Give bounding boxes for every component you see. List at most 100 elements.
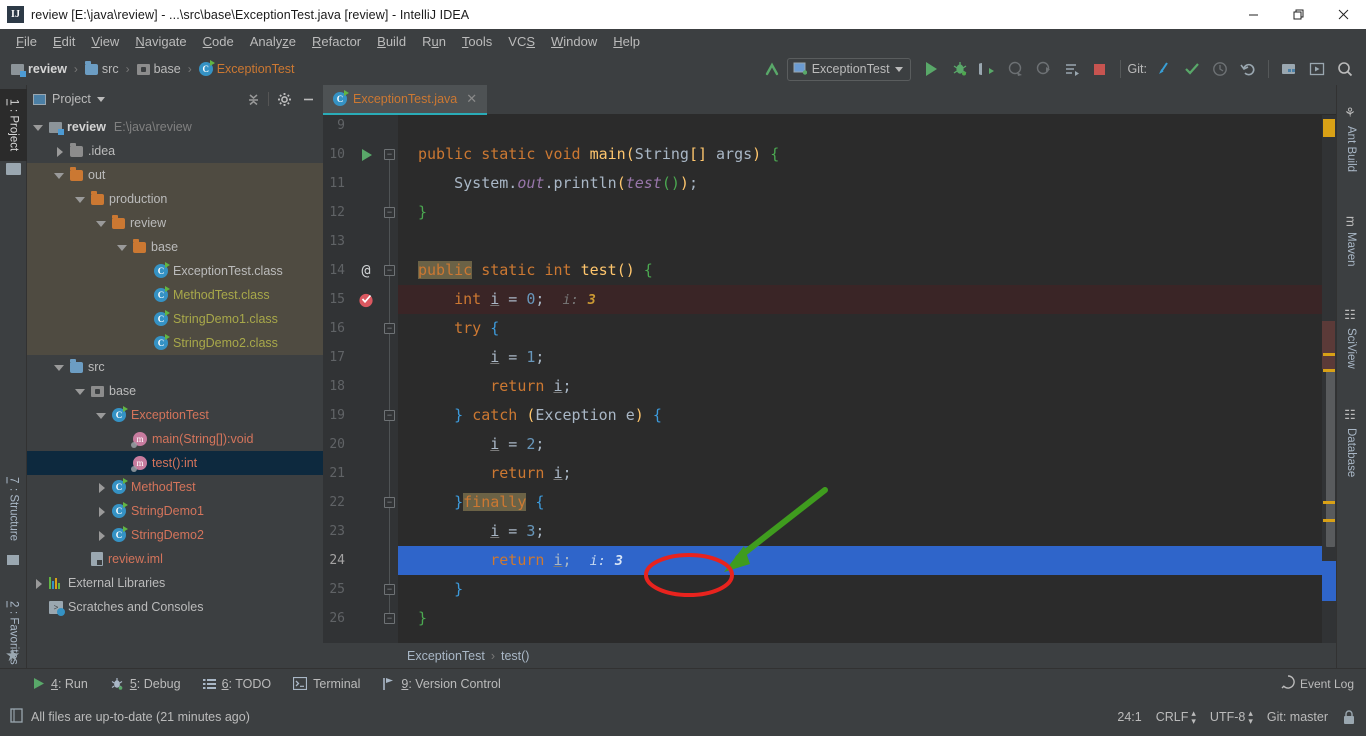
tree-node-stringdemo1[interactable]: C StringDemo1 bbox=[27, 499, 323, 523]
lock-icon[interactable] bbox=[1342, 709, 1356, 725]
tree-node-methodtest[interactable]: C MethodTest bbox=[27, 475, 323, 499]
run-configuration-selector[interactable]: ExceptionTest bbox=[786, 57, 911, 81]
strip-button-project[interactable]: 1: Project bbox=[0, 89, 27, 161]
menu-item-file[interactable]: File bbox=[8, 31, 45, 52]
git-branch-widget[interactable]: Git: master bbox=[1267, 710, 1328, 724]
fold-collapse-icon[interactable]: − bbox=[384, 323, 395, 334]
commit-button[interactable] bbox=[1179, 57, 1205, 81]
hide-icon[interactable] bbox=[299, 90, 317, 108]
menu-item-navigate[interactable]: Navigate bbox=[127, 31, 194, 52]
code-line-14[interactable]: public static int test() { bbox=[398, 256, 1336, 285]
strip-button-maven[interactable]: m Maven bbox=[1336, 203, 1366, 279]
chevron-closed-icon[interactable] bbox=[96, 530, 107, 541]
menu-item-analyze[interactable]: Analyze bbox=[242, 31, 304, 52]
chevron-closed-icon[interactable] bbox=[33, 578, 44, 589]
tool-window-button-version-control[interactable]: 9: Version Control bbox=[382, 677, 501, 691]
encoding-selector[interactable]: UTF-8 ▴ ▾ bbox=[1210, 709, 1253, 726]
chevron-open-icon[interactable] bbox=[33, 122, 44, 133]
project-tree[interactable]: review E:\java\review .idea out production re… bbox=[27, 113, 323, 668]
strip-button-favorites[interactable]: 2: Favorites bbox=[0, 585, 27, 681]
strip-button-structure[interactable]: 7: Structure bbox=[0, 465, 27, 553]
tree-node-main-string-void[interactable]: m main(String[]):void bbox=[27, 427, 323, 451]
fold-collapse-icon[interactable]: − bbox=[384, 410, 395, 421]
build-icon[interactable] bbox=[759, 57, 785, 81]
editor-breadcrumb-item-exceptiontest[interactable]: ExceptionTest bbox=[407, 649, 485, 663]
menu-item-run[interactable]: Run bbox=[414, 31, 454, 52]
run-with-coverage-button[interactable] bbox=[975, 57, 1001, 81]
code-line-25[interactable]: } bbox=[398, 575, 1336, 604]
stop-button[interactable] bbox=[1087, 57, 1113, 81]
chevron-down-icon[interactable] bbox=[96, 96, 105, 102]
tree-node-external-libraries[interactable]: External Libraries bbox=[27, 571, 323, 595]
line-separator-selector[interactable]: CRLF ▴ ▾ bbox=[1156, 709, 1196, 726]
run-dashboard-button[interactable] bbox=[1059, 57, 1085, 81]
code-line-17[interactable]: i = 1; bbox=[398, 343, 1336, 372]
strip-button-ant-build[interactable]: ⚘ Ant Build bbox=[1336, 93, 1366, 185]
menu-item-refactor[interactable]: Refactor bbox=[304, 31, 369, 52]
history-button[interactable] bbox=[1207, 57, 1233, 81]
code-line-10[interactable]: public static void main(String[] args) { bbox=[398, 140, 1336, 169]
tree-node-stringdemo1-class[interactable]: C StringDemo1.class bbox=[27, 307, 323, 331]
tool-window-button-terminal[interactable]: Terminal bbox=[293, 677, 360, 691]
editor-gutter[interactable]: 9 10 11 12 13 14 @15 16 17 18 19 20 21 22 23 24 25 26 bbox=[323, 115, 381, 643]
chevron-open-icon[interactable] bbox=[54, 362, 65, 373]
tab-exception-test-java[interactable]: C ExceptionTest.java ✕ bbox=[323, 85, 488, 115]
restore-icon[interactable] bbox=[1276, 0, 1321, 29]
tree-node-review-iml[interactable]: review.iml bbox=[27, 547, 323, 571]
collapse-all-icon[interactable] bbox=[244, 90, 262, 108]
chevron-open-icon[interactable] bbox=[75, 386, 86, 397]
event-log-button[interactable]: Event Log bbox=[1281, 675, 1354, 692]
code-line-12[interactable]: } bbox=[398, 198, 1336, 227]
editor-breadcrumb-item-test[interactable]: test() bbox=[501, 649, 529, 663]
close-icon[interactable]: ✕ bbox=[466, 91, 477, 107]
code-line-20[interactable]: i = 2; bbox=[398, 430, 1336, 459]
menu-item-edit[interactable]: Edit bbox=[45, 31, 83, 52]
fold-collapse-icon[interactable]: − bbox=[384, 613, 395, 624]
tree-node-stringdemo2-class[interactable]: C StringDemo2.class bbox=[27, 331, 323, 355]
layout-button[interactable] bbox=[1304, 57, 1330, 81]
tree-node-production[interactable]: production bbox=[27, 187, 323, 211]
menu-item-window[interactable]: Window bbox=[543, 31, 605, 52]
breadcrumb-item-base[interactable]: base bbox=[134, 61, 184, 77]
tree-node--idea[interactable]: .idea bbox=[27, 139, 323, 163]
code-line-13[interactable] bbox=[398, 227, 1336, 256]
tree-node-exceptiontest[interactable]: C ExceptionTest bbox=[27, 403, 323, 427]
tool-window-button-debug[interactable]: 5: Debug bbox=[110, 677, 181, 691]
project-structure-button[interactable] bbox=[1276, 57, 1302, 81]
fold-column[interactable]: − − − − − − − − bbox=[381, 115, 398, 643]
breadcrumb-item-src[interactable]: src bbox=[82, 60, 122, 77]
override-marker[interactable]: @ bbox=[355, 256, 377, 285]
tree-node-base[interactable]: base bbox=[27, 379, 323, 403]
close-icon[interactable] bbox=[1321, 0, 1366, 29]
chevron-open-icon[interactable] bbox=[96, 410, 107, 421]
code-line-22[interactable]: }finally { bbox=[398, 488, 1336, 517]
tree-node-stringdemo2[interactable]: C StringDemo2 bbox=[27, 523, 323, 547]
editor-marker-bar[interactable] bbox=[1322, 115, 1336, 643]
strip-button-database[interactable]: ☷ Database bbox=[1336, 395, 1366, 491]
menu-item-help[interactable]: Help bbox=[605, 31, 648, 52]
editor-scrollbar-thumb[interactable] bbox=[1326, 351, 1335, 547]
run-button[interactable] bbox=[919, 57, 945, 81]
chevron-open-icon[interactable] bbox=[54, 170, 65, 181]
code-line-16[interactable]: try { bbox=[398, 314, 1336, 343]
minimize-icon[interactable] bbox=[1231, 0, 1276, 29]
editor-breadcrumb[interactable]: ExceptionTest › test() bbox=[323, 643, 1336, 668]
menu-item-view[interactable]: View bbox=[83, 31, 127, 52]
menu-item-build[interactable]: Build bbox=[369, 31, 414, 52]
gear-icon[interactable] bbox=[275, 90, 293, 108]
tree-node-scratches-and-consoles[interactable]: > Scratches and Consoles bbox=[27, 595, 323, 619]
tree-node-base[interactable]: base bbox=[27, 235, 323, 259]
run-gutter-icon[interactable] bbox=[355, 140, 377, 169]
code-line-9[interactable] bbox=[398, 115, 1336, 140]
chevron-closed-icon[interactable] bbox=[54, 146, 65, 157]
breakpoint-icon[interactable] bbox=[355, 285, 377, 314]
code-editor[interactable]: 9 10 11 12 13 14 @15 16 17 18 19 20 21 22 23 24 25 26 − − −… bbox=[323, 115, 1336, 643]
menu-item-vcs[interactable]: VCS bbox=[500, 31, 543, 52]
breadcrumb-item-review[interactable]: review bbox=[8, 61, 70, 77]
fold-collapse-icon[interactable]: − bbox=[384, 149, 395, 160]
menu-item-code[interactable]: Code bbox=[195, 31, 242, 52]
debug-button[interactable] bbox=[947, 57, 973, 81]
fold-collapse-icon[interactable]: − bbox=[384, 584, 395, 595]
menu-item-tools[interactable]: Tools bbox=[454, 31, 500, 52]
code-line-19[interactable]: } catch (Exception e) { bbox=[398, 401, 1336, 430]
